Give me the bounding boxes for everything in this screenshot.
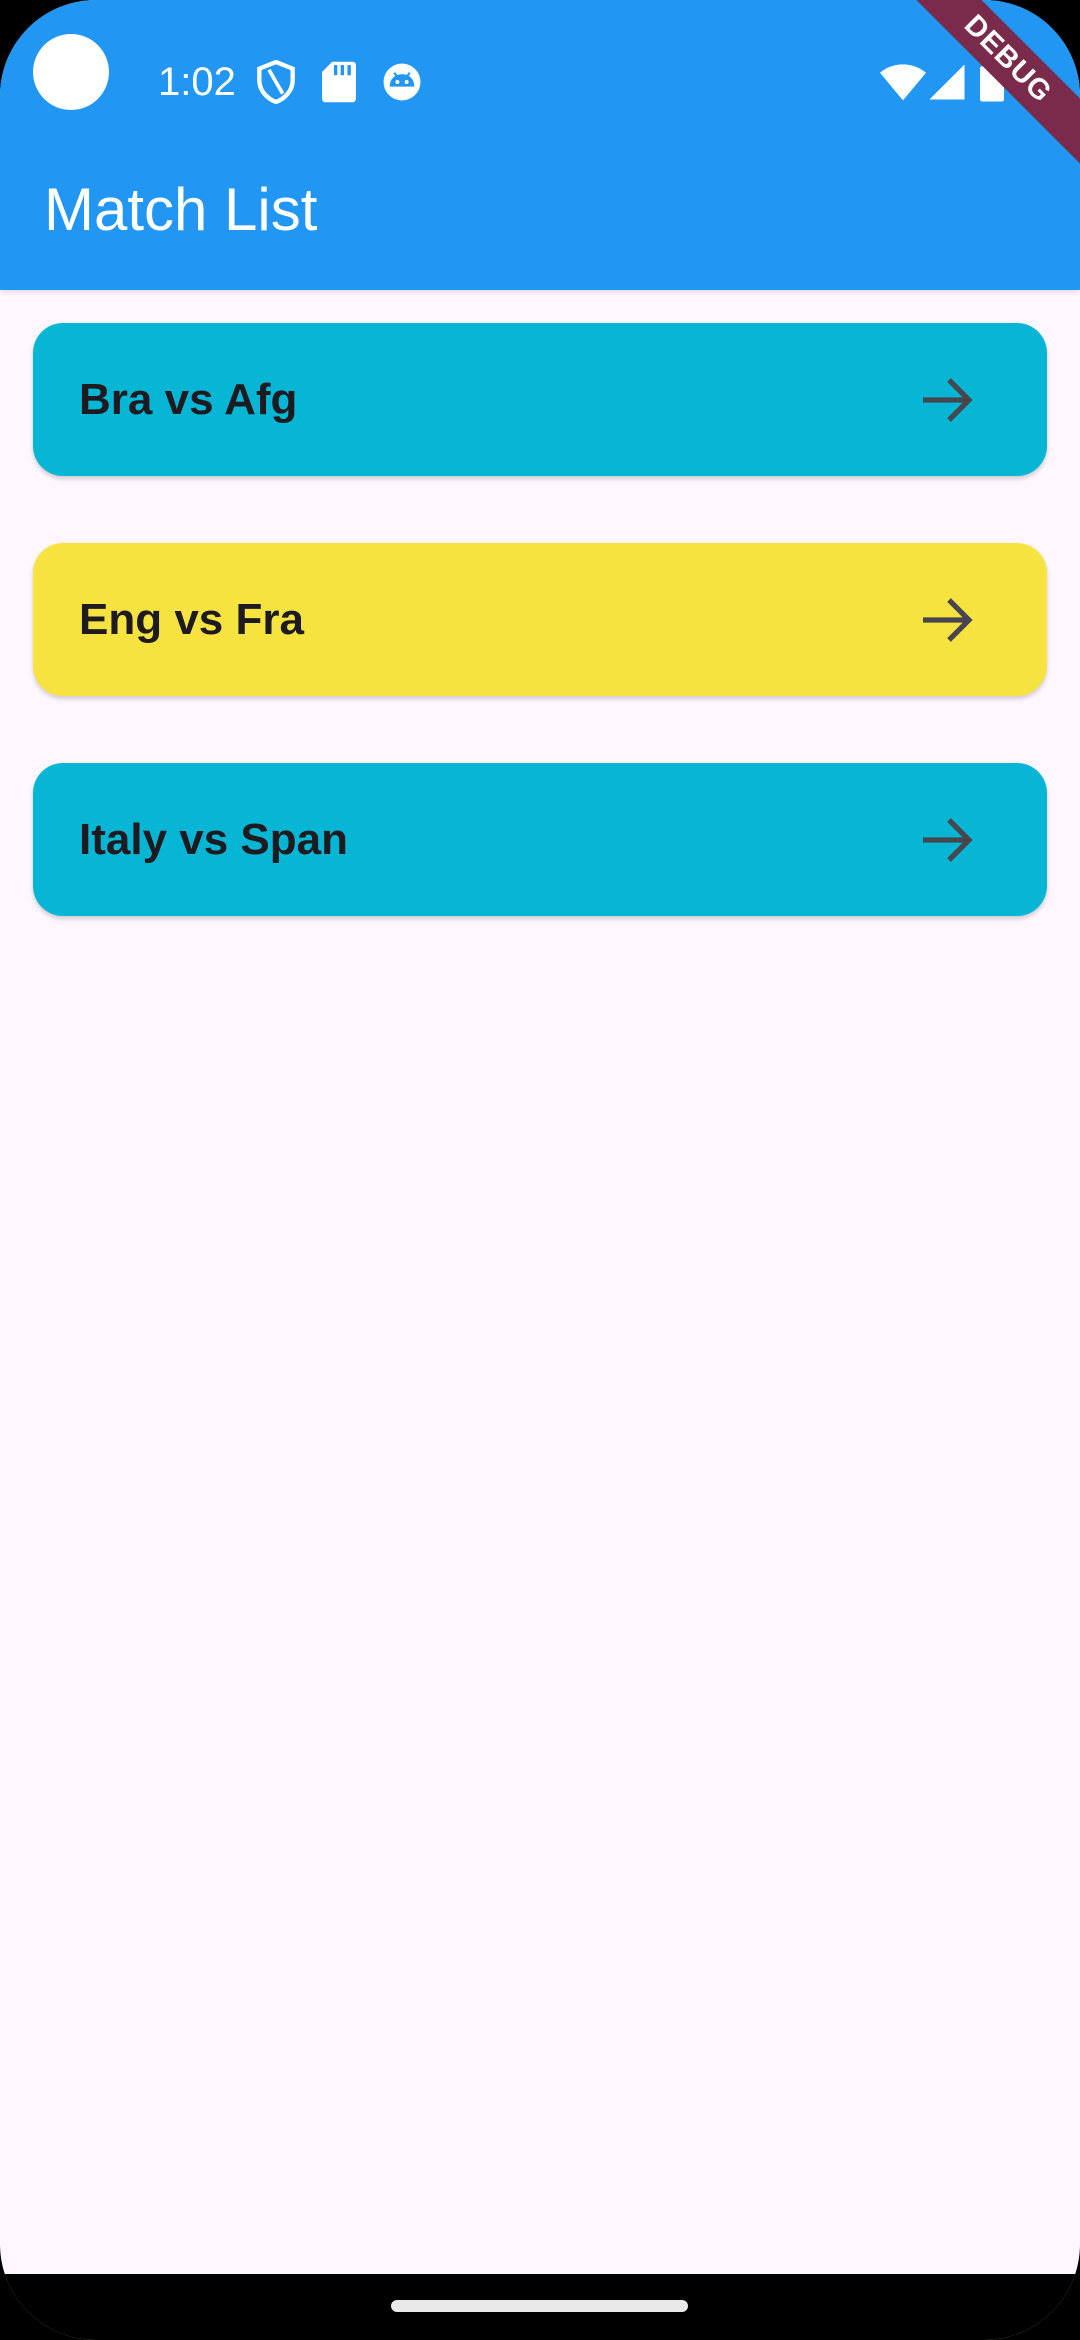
- app-bar: 1:02 Match List: [0, 0, 1080, 290]
- match-list: Bra vs Afg Eng vs Fra Italy vs Span: [33, 323, 1047, 983]
- match-title: Italy vs Span: [79, 815, 349, 864]
- match-card-italy-vs-span[interactable]: Italy vs Span: [33, 763, 1047, 916]
- match-title: Eng vs Fra: [79, 595, 304, 644]
- home-indicator[interactable]: [391, 2300, 688, 2312]
- status-bar: 1:02: [0, 0, 1080, 168]
- app-screen: 1:02 Match List DEBUG Bra vs Afg Eng vs …: [0, 0, 1080, 2340]
- page-title: Match List: [44, 176, 318, 243]
- arrow-right-icon: [921, 376, 973, 424]
- match-title: Bra vs Afg: [79, 375, 298, 424]
- status-time: 1:02: [158, 60, 236, 104]
- arrow-right-icon: [921, 596, 973, 644]
- arrow-right-icon: [921, 816, 973, 864]
- match-card-bra-vs-afg[interactable]: Bra vs Afg: [33, 323, 1047, 476]
- android-debug-icon: [382, 60, 422, 104]
- sd-card-icon: [322, 60, 356, 104]
- camera-cutout: [33, 34, 109, 110]
- cell-signal-icon: [928, 62, 966, 102]
- shield-icon: [256, 60, 296, 104]
- match-card-eng-vs-fra[interactable]: Eng vs Fra: [33, 543, 1047, 696]
- wifi-icon: [880, 62, 926, 102]
